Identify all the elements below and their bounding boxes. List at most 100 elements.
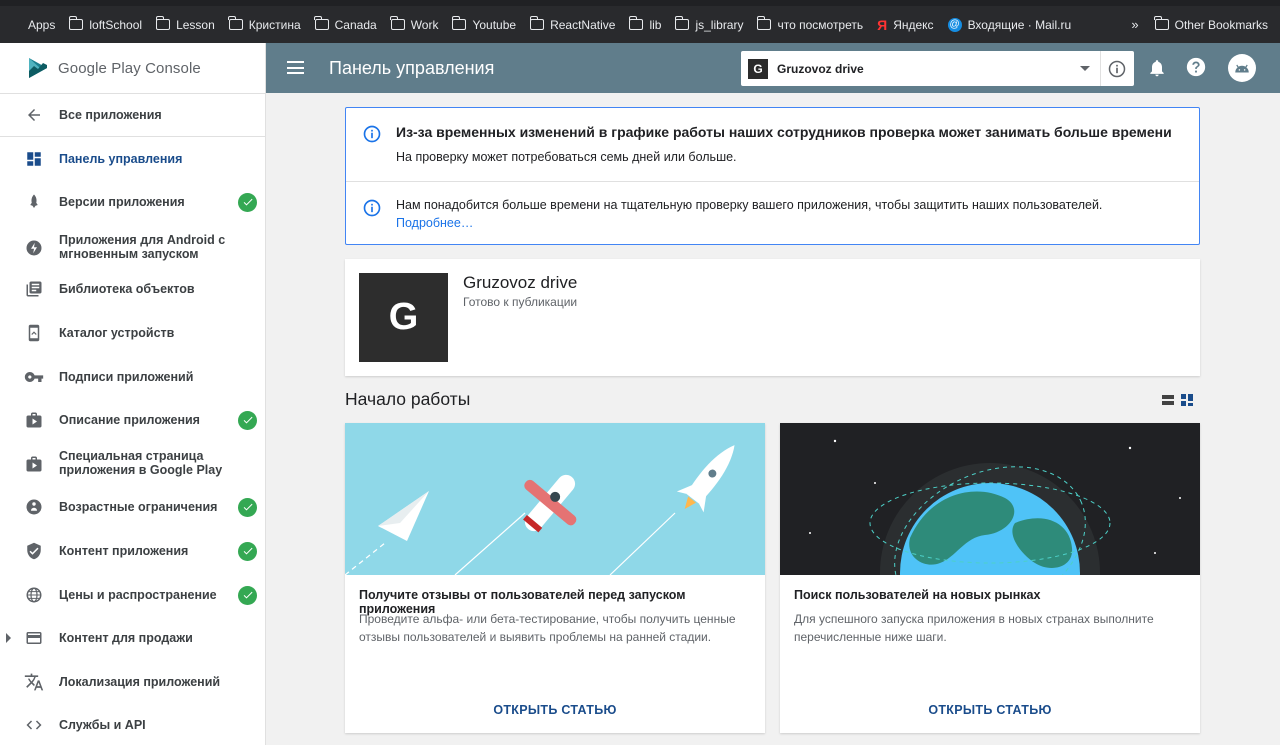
store-listing-icon bbox=[24, 410, 44, 430]
view-toggle bbox=[1161, 393, 1194, 407]
bookmark-apps[interactable]: Apps bbox=[10, 18, 55, 32]
store-listing-icon bbox=[24, 454, 44, 474]
tip-card-new-markets: Поиск пользователей на новых рынках Для … bbox=[780, 423, 1200, 733]
nav-item-in-app-products[interactable]: Контент для продажи bbox=[0, 626, 266, 650]
credit-card-icon bbox=[24, 628, 44, 648]
nav-back-all-apps[interactable]: Все приложения bbox=[0, 103, 266, 127]
app-selector-icon: G bbox=[748, 58, 768, 79]
globe-illustration bbox=[780, 423, 1200, 575]
grid-view-icon[interactable] bbox=[1180, 393, 1194, 407]
mail-icon: @ bbox=[947, 17, 962, 32]
logo[interactable]: Google Play Console bbox=[0, 43, 265, 93]
dashboard-icon bbox=[24, 149, 44, 169]
card-description: Проведите альфа- или бета-тестирование, … bbox=[359, 612, 736, 644]
page-title: Панель управления bbox=[329, 58, 495, 78]
bookmark-folder[interactable]: js_library bbox=[674, 16, 743, 32]
device-icon bbox=[24, 323, 44, 343]
nav-item-asset-library[interactable]: Библиотека объектов bbox=[0, 277, 266, 301]
bookmark-folder[interactable]: Canada bbox=[314, 16, 377, 32]
folder-icon bbox=[628, 16, 644, 30]
app-icon: G bbox=[359, 273, 448, 362]
folder-icon bbox=[155, 16, 171, 30]
app-selector-name: Gruzovoz drive bbox=[777, 61, 864, 76]
open-article-button[interactable]: ОТКРЫТЬ СТАТЬЮ bbox=[345, 703, 765, 717]
sidebar: Google Play Console Все приложения Панел… bbox=[0, 43, 266, 745]
notice-title: Из-за временных изменений в графике рабо… bbox=[396, 124, 1172, 140]
review-delay-notice: Из-за временных изменений в графике рабо… bbox=[345, 107, 1200, 245]
check-circle-icon bbox=[238, 585, 257, 605]
nav-item-app-content[interactable]: Контент приложения bbox=[0, 539, 266, 563]
library-icon bbox=[24, 279, 44, 299]
nav-item-instant-apps[interactable]: Приложения для Android с мгновенным запу… bbox=[0, 231, 266, 265]
nav-item-dashboard[interactable]: Панель управления bbox=[0, 147, 266, 171]
divider bbox=[0, 136, 266, 137]
bookmarks-more-button[interactable]: » bbox=[1131, 17, 1138, 32]
list-view-icon[interactable] bbox=[1161, 393, 1175, 407]
section-title: Начало работы bbox=[345, 389, 471, 409]
bookmark-folder[interactable]: Work bbox=[390, 16, 438, 32]
learn-more-link[interactable]: Подробнее… bbox=[396, 216, 473, 230]
nav-item-store-listing[interactable]: Описание приложения bbox=[0, 408, 266, 432]
key-icon bbox=[24, 367, 44, 387]
notice-subtitle: На проверку может потребоваться семь дне… bbox=[396, 150, 737, 164]
divider bbox=[1100, 51, 1101, 86]
bookmark-folder[interactable]: Youtube bbox=[451, 16, 516, 32]
folder-icon bbox=[68, 16, 84, 30]
nav-item-device-catalog[interactable]: Каталог устройств bbox=[0, 321, 266, 345]
card-title: Поиск пользователей на новых рынках bbox=[794, 588, 1041, 602]
nav-item-pricing-distribution[interactable]: Цены и распространение bbox=[0, 583, 266, 607]
menu-icon[interactable] bbox=[287, 61, 304, 74]
card-description: Для успешного запуска приложения в новых… bbox=[794, 612, 1154, 644]
code-icon bbox=[24, 715, 44, 735]
bell-icon[interactable] bbox=[1147, 57, 1167, 79]
arrow-back-icon bbox=[24, 105, 44, 125]
bookmark-yandex[interactable]: Я Яндекс bbox=[877, 17, 933, 33]
launch-illustration bbox=[345, 423, 765, 575]
bookmark-mail[interactable]: @ Входящие · Mail.ru bbox=[947, 17, 1071, 32]
play-console-logo-icon bbox=[29, 58, 47, 78]
main-content: Из-за временных изменений в графике рабо… bbox=[266, 93, 1280, 745]
content-rating-icon bbox=[24, 497, 44, 517]
folder-icon bbox=[674, 16, 690, 30]
other-bookmarks[interactable]: Other Bookmarks bbox=[1154, 16, 1268, 32]
bookmark-folder[interactable]: Lesson bbox=[155, 16, 215, 32]
globe-icon bbox=[24, 585, 44, 605]
bookmark-folder[interactable]: что посмотреть bbox=[756, 16, 863, 32]
bookmark-folder[interactable]: loftSchool bbox=[68, 16, 142, 32]
folder-icon bbox=[390, 16, 405, 30]
tip-card-feedback: Получите отзывы от пользователей перед з… bbox=[345, 423, 765, 733]
avatar[interactable] bbox=[1228, 54, 1256, 82]
nav-item-releases[interactable]: Версии приложения bbox=[0, 190, 266, 214]
chevron-down-icon[interactable] bbox=[1080, 66, 1090, 71]
flash-circle-icon bbox=[24, 238, 44, 258]
info-icon[interactable] bbox=[1107, 59, 1127, 79]
nav-item-translations[interactable]: Локализация приложений bbox=[0, 670, 266, 694]
bookmark-folder[interactable]: Кристина bbox=[228, 16, 301, 32]
expand-arrow-icon[interactable] bbox=[6, 633, 11, 643]
app-name: Gruzovoz drive bbox=[463, 273, 578, 292]
folder-icon bbox=[1154, 16, 1169, 30]
check-circle-icon bbox=[238, 541, 257, 561]
info-icon bbox=[363, 199, 381, 217]
help-icon[interactable] bbox=[1185, 56, 1207, 78]
app-selector[interactable]: G Gruzovoz drive bbox=[741, 51, 1134, 86]
nav-item-app-signing[interactable]: Подписи приложений bbox=[0, 365, 266, 389]
bookmarks-bar: Apps loftSchool Lesson Кристина Canada W… bbox=[0, 6, 1280, 43]
folder-icon bbox=[451, 16, 467, 30]
folder-icon bbox=[228, 16, 243, 30]
nav-item-custom-store-listing[interactable]: Специальная страница приложения в Google… bbox=[0, 447, 266, 481]
nav-item-services-api[interactable]: Службы и API bbox=[0, 713, 266, 737]
folder-icon bbox=[756, 16, 772, 30]
app-status: Готово к публикации bbox=[463, 295, 578, 309]
translate-icon bbox=[24, 672, 44, 692]
yandex-icon: Я bbox=[877, 16, 888, 33]
apps-grid-icon bbox=[10, 19, 22, 31]
check-circle-icon bbox=[238, 410, 257, 430]
app-summary-card: G Gruzovoz drive Готово к публикации bbox=[345, 259, 1200, 376]
nav-item-content-rating[interactable]: Возрастные ограничения bbox=[0, 495, 266, 519]
bookmark-folder[interactable]: lib bbox=[628, 16, 661, 32]
notice-text: Нам понадобится больше времени на тщател… bbox=[396, 198, 1103, 212]
open-article-button[interactable]: ОТКРЫТЬ СТАТЬЮ bbox=[780, 703, 1200, 717]
top-app-bar: Панель управления G Gruzovoz drive bbox=[266, 43, 1280, 93]
bookmark-folder[interactable]: ReactNative bbox=[529, 16, 615, 32]
